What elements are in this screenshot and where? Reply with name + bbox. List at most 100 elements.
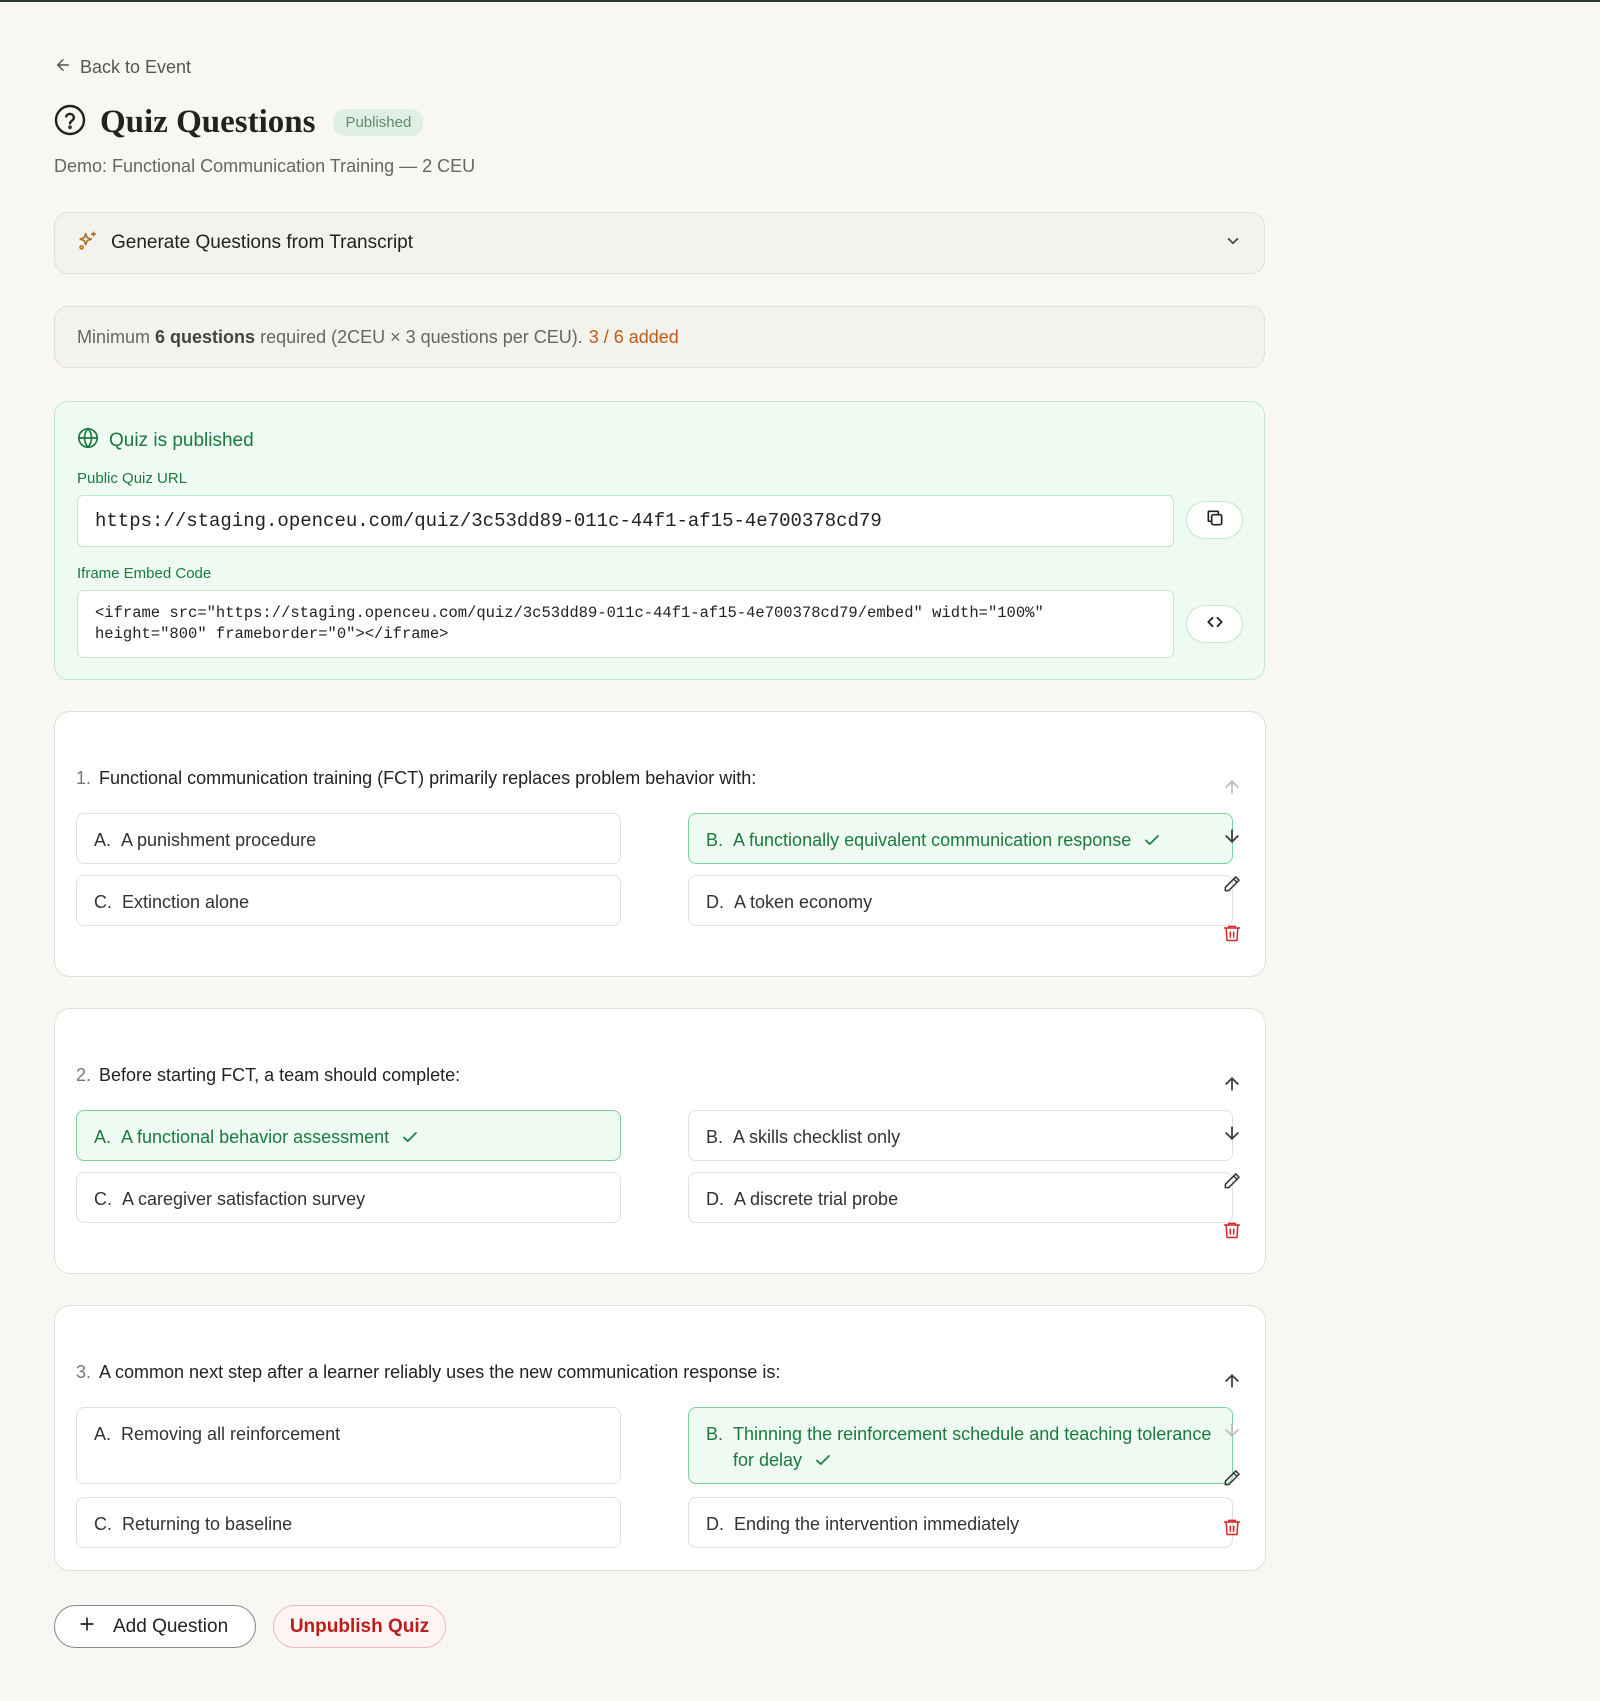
delete-button[interactable] bbox=[1220, 1517, 1244, 1541]
option-text: A functionally equivalent communication … bbox=[733, 830, 1132, 850]
edit-button[interactable] bbox=[1220, 874, 1244, 898]
option-a[interactable]: A. A punishment procedure bbox=[76, 813, 621, 864]
requirement-info: Minimum 6 questions required (2CEU × 3 q… bbox=[54, 306, 1265, 368]
arrow-up-icon bbox=[1222, 1371, 1242, 1396]
option-text: Thinning the reinforcement schedule and … bbox=[733, 1424, 1212, 1470]
delete-button[interactable] bbox=[1220, 923, 1244, 947]
option-letter: C. bbox=[94, 892, 112, 912]
option-c[interactable]: C. Returning to baseline bbox=[76, 1497, 621, 1548]
embed-label: Iframe Embed Code bbox=[77, 565, 212, 582]
title-row: Quiz Questions Published bbox=[54, 104, 424, 141]
chevron-down-icon[interactable] bbox=[1224, 232, 1242, 255]
option-letter: D. bbox=[706, 1514, 724, 1534]
option-letter: B. bbox=[706, 1424, 724, 1444]
edit-button[interactable] bbox=[1220, 1468, 1244, 1492]
move-up-button[interactable] bbox=[1220, 1074, 1244, 1098]
pencil-icon bbox=[1222, 1171, 1242, 1196]
edit-button[interactable] bbox=[1220, 1171, 1244, 1195]
top-border bbox=[0, 0, 1600, 2]
published-panel: Quiz is published Public Quiz URL https:… bbox=[54, 401, 1265, 680]
option-text: Ending the intervention immediately bbox=[734, 1514, 1020, 1534]
arrow-down-icon bbox=[1222, 1420, 1242, 1445]
event-subtitle: Demo: Functional Communication Training … bbox=[54, 156, 476, 176]
option-text: Extinction alone bbox=[122, 892, 250, 912]
question-text: 1. Functional communication training (FCT… bbox=[76, 768, 756, 789]
check-icon bbox=[401, 1127, 419, 1153]
option-text: A token economy bbox=[734, 892, 873, 912]
arrow-down-icon bbox=[1222, 1123, 1242, 1148]
option-b-correct[interactable]: B. A functionally equivalent communicatio… bbox=[688, 813, 1233, 864]
option-text: A caregiver satisfaction survey bbox=[122, 1189, 366, 1209]
option-letter: C. bbox=[94, 1514, 112, 1534]
public-url-field[interactable]: https://staging.openceu.com/quiz/3c53dd8… bbox=[77, 495, 1174, 547]
question-count: 3 / 6 added bbox=[588, 326, 679, 347]
option-c[interactable]: C. A caregiver satisfaction survey bbox=[76, 1172, 621, 1223]
plus-icon bbox=[77, 1614, 113, 1640]
generate-questions-panel[interactable]: Generate Questions from Transcript bbox=[54, 212, 1265, 274]
option-letter: D. bbox=[706, 1189, 724, 1209]
question-text: 3. A common next step after a learner rel… bbox=[76, 1362, 780, 1383]
option-letter: A. bbox=[94, 830, 112, 850]
question-label: A common next step after a learner relia… bbox=[99, 1362, 781, 1382]
option-letter: B. bbox=[706, 1127, 724, 1147]
option-letter: A. bbox=[94, 1424, 112, 1444]
question-label: Before starting FCT, a team should compl… bbox=[99, 1065, 461, 1085]
question-text: 2. Before starting FCT, a team should com… bbox=[76, 1065, 460, 1086]
option-letter: C. bbox=[94, 1189, 112, 1209]
option-text: A functional behavior assessment bbox=[121, 1127, 390, 1147]
option-d[interactable]: D. A token economy bbox=[688, 875, 1233, 926]
option-c[interactable]: C. Extinction alone bbox=[76, 875, 621, 926]
add-question-button[interactable]: Add Question bbox=[54, 1605, 256, 1648]
option-text: Returning to baseline bbox=[122, 1514, 293, 1534]
trash-icon bbox=[1222, 923, 1242, 948]
option-d[interactable]: D. A discrete trial probe bbox=[688, 1172, 1233, 1223]
check-icon bbox=[1143, 830, 1161, 856]
option-a[interactable]: A. Removing all reinforcement bbox=[76, 1407, 621, 1484]
option-text: A skills checklist only bbox=[733, 1127, 901, 1147]
move-up-button[interactable] bbox=[1220, 777, 1244, 801]
option-a-correct[interactable]: A. A functional behavior assessment bbox=[76, 1110, 621, 1161]
option-b-correct[interactable]: B. Thinning the reinforcement schedule an… bbox=[688, 1407, 1233, 1484]
move-up-button[interactable] bbox=[1220, 1371, 1244, 1395]
question-card-1: 1. Functional communication training (FCT… bbox=[54, 711, 1266, 977]
delete-button[interactable] bbox=[1220, 1220, 1244, 1244]
arrow-up-icon bbox=[1222, 1074, 1242, 1099]
move-down-button[interactable] bbox=[1220, 1123, 1244, 1147]
unpublish-quiz-button[interactable]: Unpublish Quiz bbox=[273, 1605, 446, 1648]
code-icon bbox=[1205, 612, 1225, 637]
copy-url-button[interactable] bbox=[1186, 501, 1243, 539]
option-letter: A. bbox=[94, 1127, 112, 1147]
generate-questions-label: Generate Questions from Transcript bbox=[111, 232, 414, 253]
copy-embed-button[interactable] bbox=[1186, 605, 1243, 643]
question-number: 2. bbox=[76, 1065, 92, 1085]
move-down-button[interactable] bbox=[1220, 1420, 1244, 1444]
move-down-button[interactable] bbox=[1220, 826, 1244, 850]
option-text: A punishment procedure bbox=[121, 830, 317, 850]
requirement-suffix: required (2CEU × 3 questions per CEU). bbox=[260, 326, 583, 347]
back-to-event-link[interactable]: Back to Event bbox=[54, 56, 191, 79]
url-label: Public Quiz URL bbox=[77, 470, 188, 487]
option-letter: B. bbox=[706, 830, 724, 850]
back-label: Back to Event bbox=[80, 57, 192, 77]
option-text: A discrete trial probe bbox=[734, 1189, 899, 1209]
question-number: 1. bbox=[76, 768, 92, 788]
question-label: Functional communication training (FCT) … bbox=[99, 768, 757, 788]
published-heading: Quiz is published bbox=[77, 427, 254, 455]
question-card-3: 3. A common next step after a learner rel… bbox=[54, 1305, 1266, 1571]
add-question-label: Add Question bbox=[113, 1615, 229, 1637]
sparkles-icon bbox=[77, 230, 99, 257]
globe-icon bbox=[77, 427, 99, 455]
question-card-2: 2. Before starting FCT, a team should com… bbox=[54, 1008, 1266, 1274]
option-text: Removing all reinforcement bbox=[121, 1424, 341, 1444]
trash-icon bbox=[1222, 1517, 1242, 1542]
pencil-icon bbox=[1222, 874, 1242, 899]
arrow-left-icon bbox=[54, 56, 72, 79]
embed-code-field[interactable]: <iframe src="https://staging.openceu.com… bbox=[77, 590, 1174, 658]
arrow-down-icon bbox=[1222, 826, 1242, 851]
option-b[interactable]: B. A skills checklist only bbox=[688, 1110, 1233, 1161]
requirement-bold: 6 questions bbox=[155, 326, 256, 347]
question-number: 3. bbox=[76, 1362, 92, 1382]
copy-icon bbox=[1205, 508, 1225, 533]
option-d[interactable]: D. Ending the intervention immediately bbox=[688, 1497, 1233, 1548]
trash-icon bbox=[1222, 1220, 1242, 1245]
